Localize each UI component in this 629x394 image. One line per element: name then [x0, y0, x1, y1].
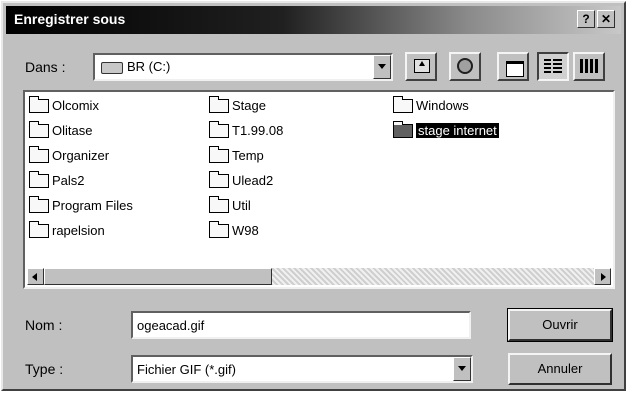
filetype-label: Type : — [25, 361, 64, 377]
question-mark-icon: ? — [582, 12, 590, 26]
file-name: Ulead2 — [232, 173, 274, 188]
folder-icon — [29, 170, 49, 188]
lookin-label: Dans : — [25, 59, 66, 75]
scroll-right-icon[interactable] — [594, 268, 611, 285]
drive-icon — [101, 62, 123, 74]
folder-icon — [393, 120, 413, 138]
horizontal-scrollbar[interactable] — [27, 268, 611, 285]
list-item-selected[interactable]: stage internet — [393, 120, 499, 141]
scroll-left-icon[interactable] — [27, 268, 44, 285]
folder-icon — [393, 95, 413, 113]
folder-icon — [209, 195, 229, 213]
list-item[interactable]: rapelsion — [29, 220, 105, 241]
folder-icon — [209, 120, 229, 138]
list-view-button[interactable] — [537, 52, 569, 81]
folder-icon — [209, 95, 229, 113]
lookin-dropdown[interactable]: BR (C:) — [93, 53, 393, 81]
file-name: stage internet — [416, 123, 499, 138]
file-name: Stage — [232, 98, 266, 113]
file-name: W98 — [232, 223, 259, 238]
folder-icon — [29, 145, 49, 163]
folder-icon — [209, 220, 229, 238]
list-item[interactable]: Stage — [209, 95, 266, 116]
scroll-thumb[interactable] — [44, 268, 272, 285]
desktop-button[interactable] — [449, 52, 481, 81]
list-item[interactable]: Organizer — [29, 145, 110, 166]
close-icon: ✕ — [600, 12, 612, 26]
folder-icon — [29, 120, 49, 138]
folder-icon — [29, 195, 49, 213]
file-name: Pals2 — [52, 173, 85, 188]
file-name: Program Files — [52, 198, 133, 213]
list-item[interactable]: Olcomix — [29, 95, 99, 116]
folder-icon — [29, 95, 49, 113]
new-folder-icon — [506, 61, 524, 77]
open-button[interactable]: Ouvrir — [507, 308, 613, 342]
list-item[interactable]: Program Files — [29, 195, 133, 216]
lookin-value: BR (C:) — [127, 59, 171, 74]
file-name: rapelsion — [52, 223, 105, 238]
list-view-icon — [544, 59, 562, 73]
folder-icon — [209, 145, 229, 163]
list-item[interactable]: Olitase — [29, 120, 93, 141]
list-item[interactable]: Ulead2 — [209, 170, 274, 191]
details-view-button[interactable] — [573, 52, 605, 81]
chevron-down-icon[interactable] — [373, 55, 391, 79]
filetype-value: Fichier GIF (*.gif) — [137, 362, 236, 377]
window-title: Enregistrer sous — [14, 11, 126, 27]
list-item[interactable]: W98 — [209, 220, 259, 241]
filename-label: Nom : — [25, 317, 63, 333]
list-item[interactable]: Pals2 — [29, 170, 85, 191]
file-name: Temp — [232, 148, 264, 163]
list-item[interactable]: Windows — [393, 95, 469, 116]
filename-input[interactable] — [131, 311, 471, 339]
close-button[interactable]: ✕ — [597, 10, 615, 28]
file-name: T1.99.08 — [232, 123, 284, 138]
new-folder-button[interactable] — [497, 52, 529, 81]
folder-icon — [209, 170, 229, 188]
list-item[interactable]: T1.99.08 — [209, 120, 284, 141]
save-as-dialog: Enregistrer sous ? ✕ Dans : BR (C:) Olco… — [1, 1, 626, 391]
file-name: Util — [232, 198, 251, 213]
file-list[interactable]: Olcomix Olitase Organizer Pals2 Program … — [23, 90, 615, 289]
folder-icon — [29, 220, 49, 238]
chevron-down-icon[interactable] — [453, 357, 471, 381]
file-name: Organizer — [52, 148, 110, 163]
folder-up-icon — [414, 59, 430, 73]
desktop-icon — [457, 58, 473, 74]
file-name: Olcomix — [52, 98, 99, 113]
file-name: Windows — [416, 98, 469, 113]
file-name: Olitase — [52, 123, 93, 138]
up-one-level-button[interactable] — [405, 52, 437, 81]
list-item[interactable]: Util — [209, 195, 251, 216]
cancel-button[interactable]: Annuler — [508, 353, 612, 385]
help-button[interactable]: ? — [577, 10, 595, 28]
details-view-icon — [580, 59, 598, 73]
list-item[interactable]: Temp — [209, 145, 264, 166]
filetype-dropdown[interactable]: Fichier GIF (*.gif) — [131, 355, 473, 383]
title-bar[interactable]: Enregistrer sous ? ✕ — [6, 6, 621, 34]
